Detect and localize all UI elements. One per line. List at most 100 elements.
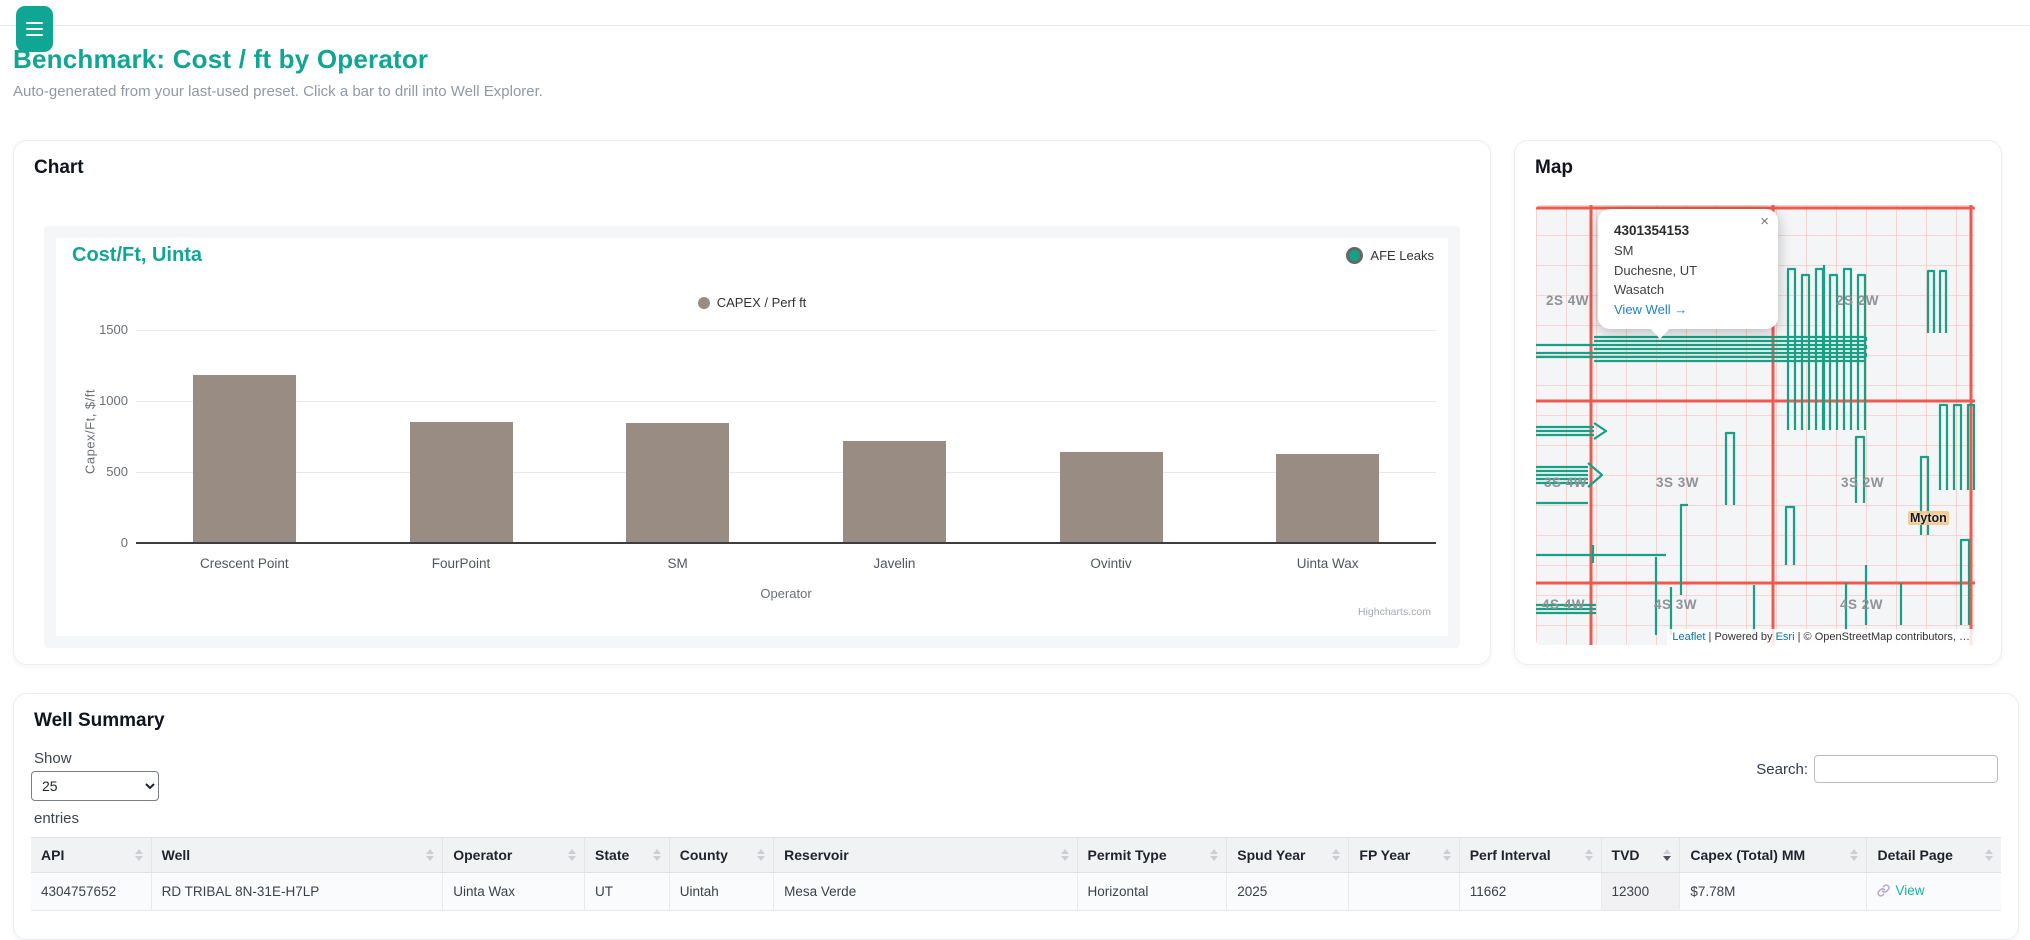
- afe-leaks-legend-dot-icon: [1346, 247, 1363, 264]
- column-header-state[interactable]: State: [585, 838, 670, 873]
- highcharts-credit-link[interactable]: Highcharts.com: [1358, 606, 1431, 618]
- township-label: 4S 3W: [1654, 597, 1697, 612]
- chart-card: Chart Cost/Ft, Uinta AFE Leaks CAPEX / P…: [13, 140, 1491, 665]
- leaflet-map[interactable]: 2S 4W2S 2W3S 4W3S 3W3S 2W4S 4W4S 3W4S 2W…: [1536, 205, 1975, 645]
- x-category-label: Crescent Point: [136, 556, 353, 571]
- page-subtitle: Auto-generated from your last-used prese…: [13, 83, 543, 100]
- sort-icon: [1663, 849, 1671, 861]
- entries-label: entries: [34, 810, 79, 827]
- page-title: Benchmark: Cost / ft by Operator: [13, 44, 428, 75]
- sort-icon: [653, 849, 661, 861]
- column-header-spud-year[interactable]: Spud Year: [1227, 838, 1349, 873]
- column-header-well[interactable]: Well: [151, 838, 443, 873]
- column-header-permit-type[interactable]: Permit Type: [1077, 838, 1227, 873]
- chart-bar[interactable]: [843, 441, 946, 542]
- column-header-tvd[interactable]: TVD: [1601, 838, 1680, 873]
- detail-page-cell: View: [1867, 873, 2001, 911]
- y-tick-label: 500: [82, 464, 128, 479]
- leaflet-link[interactable]: Leaflet: [1672, 631, 1705, 643]
- capex-legend-dot-icon: [698, 297, 710, 309]
- table-cell: 12300: [1601, 873, 1680, 911]
- x-category-label: SM: [569, 556, 786, 571]
- column-header-capex-total-mm[interactable]: Capex (Total) MM: [1680, 838, 1867, 873]
- chart-bar[interactable]: [410, 422, 513, 542]
- sort-icon: [1985, 849, 1993, 861]
- search-input[interactable]: [1814, 755, 1998, 783]
- view-well-link[interactable]: View Well →: [1614, 302, 1687, 317]
- table-cell: [1349, 873, 1459, 911]
- table-cell: 4304757652: [31, 873, 151, 911]
- gridline: [136, 401, 1436, 402]
- map-town-label: Myton: [1908, 511, 1949, 525]
- column-header-perf-interval[interactable]: Perf Interval: [1459, 838, 1601, 873]
- sort-icon: [1850, 849, 1858, 861]
- table-cell: UT: [585, 873, 670, 911]
- map-popup: × 4301354153 SM Duchesne, UT Wasatch Vie…: [1598, 209, 1778, 329]
- column-header-detail-page[interactable]: Detail Page: [1867, 838, 2001, 873]
- sort-icon: [426, 849, 434, 861]
- x-category-label: FourPoint: [353, 556, 570, 571]
- menu-button[interactable]: [16, 6, 53, 52]
- popup-close-icon[interactable]: ×: [1760, 213, 1769, 231]
- sort-icon: [757, 849, 765, 861]
- table-cell: Mesa Verde: [774, 873, 1077, 911]
- x-category-label: Ovintiv: [1003, 556, 1220, 571]
- column-header-fp-year[interactable]: FP Year: [1349, 838, 1459, 873]
- popup-formation: Wasatch: [1614, 280, 1764, 300]
- table-cell: RD TRIBAL 8N-31E-H7LP: [151, 873, 443, 911]
- table-cell: Uinta Wax: [443, 873, 585, 911]
- chart-bar[interactable]: [626, 423, 729, 542]
- map-attribution: Leaflet | Powered by Esri | © OpenStreet…: [1667, 629, 1975, 645]
- x-axis-line: [136, 542, 1436, 544]
- column-header-reservoir[interactable]: Reservoir: [774, 838, 1077, 873]
- osm-attribution: © OpenStreetMap contributors, …: [1804, 631, 1970, 643]
- table-cell: Uintah: [669, 873, 773, 911]
- y-tick-label: 1000: [82, 393, 128, 408]
- table-cell: 11662: [1459, 873, 1601, 911]
- esri-link[interactable]: Esri: [1776, 631, 1795, 643]
- popup-api-number: 4301354153: [1614, 221, 1764, 241]
- map-card-heading: Map: [1535, 157, 1573, 179]
- highcharts-container: Cost/Ft, Uinta AFE Leaks CAPEX / Perf ft…: [56, 238, 1448, 636]
- legend-item-capex-perf-ft[interactable]: CAPEX / Perf ft: [56, 295, 1448, 310]
- township-label: 4S 4W: [1542, 597, 1585, 612]
- table-cell: 2025: [1227, 873, 1349, 911]
- column-header-operator[interactable]: Operator: [443, 838, 585, 873]
- capex-legend-label: CAPEX / Perf ft: [717, 295, 807, 310]
- popup-tip: [1650, 328, 1670, 339]
- sort-icon: [568, 849, 576, 861]
- x-category-label: Javelin: [786, 556, 1003, 571]
- well-summary-table: APIWellOperatorStateCountyReservoirPermi…: [31, 837, 2001, 911]
- chart-inset-panel: Cost/Ft, Uinta AFE Leaks CAPEX / Perf ft…: [44, 226, 1460, 648]
- view-detail-link[interactable]: View: [1877, 883, 1924, 898]
- y-axis-title: Capex/Ft, $/ft: [83, 362, 98, 502]
- township-label: 2S 4W: [1546, 293, 1589, 308]
- well-summary-heading: Well Summary: [34, 710, 165, 732]
- sort-icon: [1061, 849, 1069, 861]
- sort-icon: [1210, 849, 1218, 861]
- chart-bar[interactable]: [1060, 452, 1163, 542]
- township-label: 2S 2W: [1836, 293, 1879, 308]
- chart-card-heading: Chart: [34, 157, 84, 179]
- link-icon: [1877, 884, 1890, 897]
- x-axis-title: Operator: [686, 586, 886, 601]
- y-tick-label: 1500: [82, 322, 128, 337]
- search-label: Search:: [1756, 761, 1808, 778]
- township-label: 4S 2W: [1840, 597, 1883, 612]
- chart-bar[interactable]: [193, 375, 296, 542]
- sort-icon: [135, 849, 143, 861]
- chart-bar[interactable]: [1276, 454, 1379, 542]
- popup-operator: SM: [1614, 241, 1764, 261]
- township-label: 3S 3W: [1656, 475, 1699, 490]
- sort-icon: [1585, 849, 1593, 861]
- table-cell: Horizontal: [1077, 873, 1227, 911]
- legend-item-afe-leaks[interactable]: AFE Leaks: [1346, 247, 1434, 264]
- page-size-select[interactable]: 25: [31, 771, 159, 801]
- show-label: Show: [34, 750, 72, 767]
- sort-icon: [1443, 849, 1451, 861]
- column-header-county[interactable]: County: [669, 838, 773, 873]
- well-summary-card: Well Summary Show 25 entries Search: API…: [13, 693, 2019, 940]
- column-header-api[interactable]: API: [31, 838, 151, 873]
- afe-leaks-legend-label: AFE Leaks: [1370, 248, 1434, 263]
- gridline: [136, 472, 1436, 473]
